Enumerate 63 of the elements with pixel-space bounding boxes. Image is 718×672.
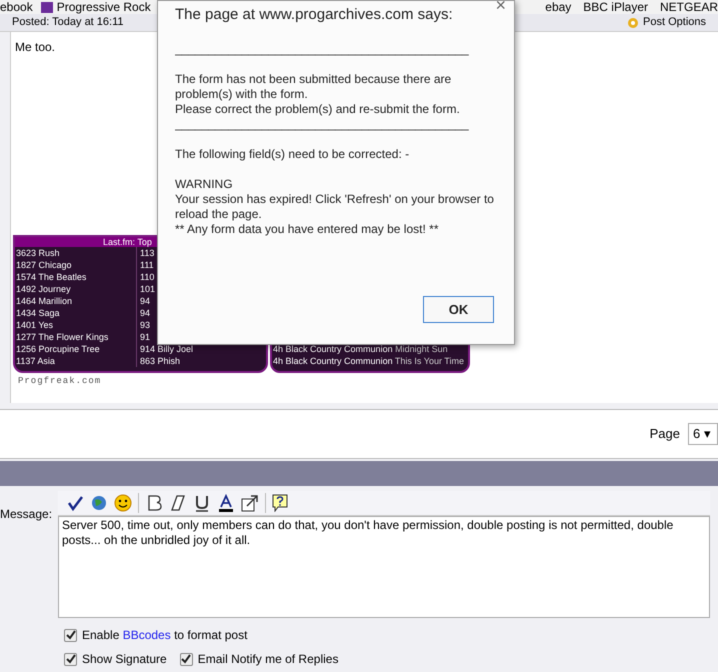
artist-row-text: 1256 Porcupine Tree xyxy=(16,343,101,355)
dialog-text: Please correct the problem(s) and re-submit the form. xyxy=(175,102,461,117)
dialog-text: The form has not been submitted because there are problem(s) with the form. xyxy=(175,72,452,102)
bookmark[interactable]: Progressive Rock xyxy=(40,0,151,14)
artist-row-text: 110 xyxy=(140,271,156,283)
post-date: Posted: Today at 16:11 xyxy=(12,15,124,30)
artist-row-text: 1434 Saga xyxy=(16,307,61,319)
dialog-text: WARNING xyxy=(175,177,234,192)
track-row-text: 4h Black Country Communion This Is Your Time xyxy=(273,355,465,367)
dialog-rule: ____________________________________________ xyxy=(175,42,470,57)
font-color-icon[interactable] xyxy=(217,494,235,512)
option-label: Email Notify me of Replies xyxy=(198,651,338,668)
underline-icon[interactable] xyxy=(193,494,211,512)
dialog-text: ** Any form data you have entered may be lost! ** xyxy=(175,222,440,237)
site-credit: Progfreak.com xyxy=(17,375,102,388)
option-label: Show Signature xyxy=(82,651,167,668)
bookmark[interactable]: ebook xyxy=(0,0,33,14)
bbcodes-link[interactable]: BBcodes xyxy=(122,628,171,642)
italic-icon[interactable] xyxy=(169,494,187,512)
checkbox[interactable] xyxy=(180,652,193,666)
artist-row-text: 1137 Asia xyxy=(16,355,56,367)
artist-row-text: 863 Phish xyxy=(140,355,182,367)
checkbox[interactable] xyxy=(64,628,77,642)
message-field[interactable]: Server 500, time out, only members can do that, you don't have permission, double posting is not permitted, double posts... oh the unbridled joy of it all. xyxy=(58,516,710,618)
artist-row-text: 1401 Yes xyxy=(16,319,54,331)
globe-icon[interactable] xyxy=(90,494,108,512)
artist-row: 914 Billy Joel xyxy=(140,343,194,355)
help-icon[interactable] xyxy=(272,494,288,512)
track-row-text: 4h Black Country Communion Midnight Sun xyxy=(273,343,449,355)
post-text: Me too. xyxy=(15,39,56,56)
artist-row-text: 1827 Chicago xyxy=(16,259,73,271)
page-label: Page xyxy=(650,425,680,444)
artist-row-text: 94 xyxy=(140,295,152,307)
checkbox[interactable] xyxy=(64,652,77,666)
spellcheck-icon[interactable] xyxy=(66,494,84,512)
artist-row-text: 1277 The Flower Kings xyxy=(16,331,110,343)
smiley-icon[interactable] xyxy=(114,494,132,512)
bookmark-icon xyxy=(40,2,53,12)
artist-row-text: 93 xyxy=(140,319,152,331)
artist-row-text: 1464 Marillion xyxy=(16,295,74,307)
artist-row-text: 113 xyxy=(140,247,156,259)
artist-row-text: 111 xyxy=(140,259,155,271)
artist-row-text: 101 xyxy=(140,283,156,295)
gear-icon xyxy=(627,16,640,28)
option-label: Enable BBcodes to format post xyxy=(82,627,248,644)
close-button[interactable]: × xyxy=(495,0,506,13)
artist-row-text: 94 xyxy=(140,307,152,319)
bookmark[interactable]: NETGEAR xyxy=(660,0,718,14)
ok-button[interactable]: OK xyxy=(423,296,494,323)
message-label: Message: xyxy=(0,506,54,523)
page-select[interactable]: 6 ▾ xyxy=(688,423,718,445)
dialog-title: The page at www.progarchives.com says: xyxy=(175,5,454,22)
artist-row-text: 91 xyxy=(140,331,152,343)
dialog-rule: ____________________________________________ xyxy=(175,117,470,132)
link-icon[interactable] xyxy=(241,494,259,512)
bookmark[interactable]: BBC iPlayer xyxy=(583,0,648,14)
artist-row-text: 3623 Rush xyxy=(16,247,61,259)
post-options[interactable]: Post Options xyxy=(627,14,706,31)
artist-row-text: 1574 The Beatles xyxy=(16,271,88,283)
dialog-text: The following field(s) need to be corrected: - xyxy=(175,147,410,162)
artist-row-text: 1492 Journey xyxy=(16,283,72,295)
bookmark[interactable]: ebay xyxy=(545,0,572,14)
dialog-text: Your session has expired! Click 'Refresh' on your browser to reload the page. xyxy=(175,192,495,222)
